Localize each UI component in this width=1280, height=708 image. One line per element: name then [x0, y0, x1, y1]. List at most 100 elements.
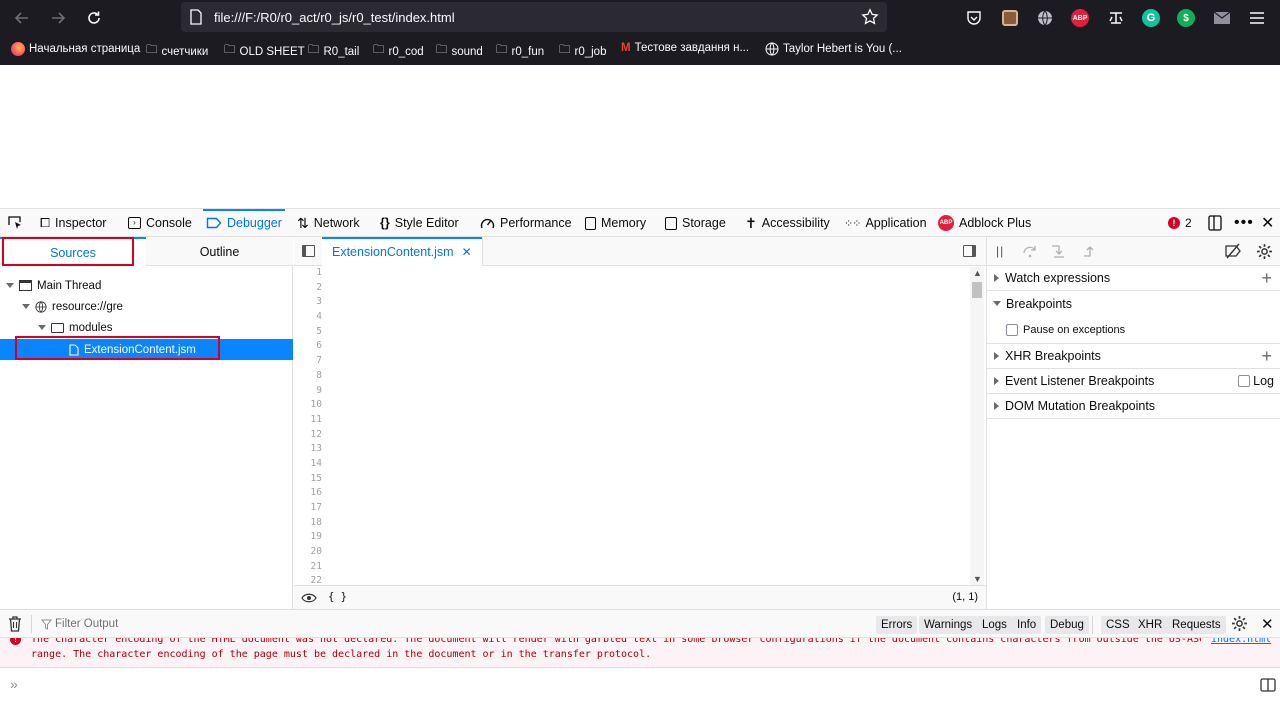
add-xhr-breakpoint-icon[interactable]: +	[1261, 346, 1272, 367]
tab-console[interactable]: › Console	[128, 209, 192, 237]
dock-options-button[interactable]	[1208, 209, 1222, 237]
editor-scrollbar[interactable]: ▲ ▼	[970, 267, 984, 585]
line-number[interactable]: 21	[294, 561, 322, 576]
line-number[interactable]: 8	[294, 370, 322, 385]
green-extension-icon[interactable]: $	[1174, 6, 1198, 30]
pause-on-exceptions-row[interactable]: Pause on exceptions	[986, 317, 1280, 344]
bookmark-taylor-hebert[interactable]: Taylor Hebert is You (...	[765, 42, 902, 56]
line-number[interactable]: 19	[294, 531, 322, 546]
tab-memory[interactable]: Memory	[585, 209, 646, 237]
error-source-link[interactable]: index.html	[1211, 638, 1271, 647]
filter-logs[interactable]: Logs	[977, 616, 1012, 634]
tab-adblock-plus[interactable]: ABP Adblock Plus	[938, 209, 1031, 237]
line-number[interactable]: 1	[294, 267, 322, 282]
line-number[interactable]: 17	[294, 502, 322, 517]
step-over-icon[interactable]	[1022, 244, 1038, 258]
back-button[interactable]	[10, 6, 34, 30]
tab-style-editor[interactable]: {} Style Editor	[380, 209, 459, 237]
editor-tab-extension-content[interactable]: ExtensionContent.jsm ✕	[322, 237, 483, 266]
tab-network[interactable]: ⇅ Network	[297, 209, 360, 237]
tab-inspector[interactable]: ⧠ Inspector	[40, 209, 106, 237]
pause-on-exceptions-checkbox[interactable]	[1006, 324, 1018, 336]
line-number[interactable]: 20	[294, 546, 322, 561]
filter-info[interactable]: Info	[1012, 616, 1042, 634]
line-number[interactable]: 5	[294, 326, 322, 341]
bookmark-r0-tail[interactable]: 🗀 R0_tail	[308, 42, 359, 61]
line-number[interactable]: 9	[294, 385, 322, 400]
xhr-breakpoints-header[interactable]: XHR Breakpoints +	[986, 344, 1280, 369]
tab-storage[interactable]: Storage	[665, 209, 726, 237]
line-number[interactable]: 12	[294, 429, 322, 444]
editor-mode-icon[interactable]	[1260, 678, 1276, 692]
scroll-thumb[interactable]	[972, 282, 982, 298]
settings-gear-icon[interactable]	[1256, 243, 1273, 260]
pause-icon[interactable]: ||	[996, 244, 1004, 258]
bookmark-test-task[interactable]: M Тестове завдання н...	[621, 42, 749, 54]
line-number[interactable]: 18	[294, 517, 322, 532]
tab-performance[interactable]: Performance	[480, 209, 572, 237]
pocket-icon[interactable]	[962, 6, 986, 30]
add-watch-icon[interactable]: +	[1261, 268, 1272, 289]
more-options-icon[interactable]: •••	[1234, 209, 1254, 237]
line-number[interactable]: 6	[294, 340, 322, 355]
element-picker-button[interactable]	[7, 209, 23, 237]
bookmark-star-icon[interactable]	[861, 8, 879, 26]
watch-expressions-header[interactable]: Watch expressions +	[986, 266, 1280, 291]
filter-errors[interactable]: Errors	[876, 616, 918, 634]
deactivate-breakpoints-icon[interactable]	[1224, 243, 1242, 259]
trash-icon[interactable]	[8, 616, 22, 632]
url-text[interactable]: file:///F:/R0/r0_act/r0_js/r0_test/index…	[214, 10, 455, 25]
tab-application[interactable]: ⁘⁘ Application	[844, 209, 927, 237]
tab-debugger[interactable]: Debugger	[203, 209, 285, 237]
url-bar[interactable]: file:///F:/R0/r0_act/r0_js/r0_test/index…	[181, 2, 887, 32]
tree-item-modules[interactable]: modules	[0, 317, 293, 338]
reload-button[interactable]	[82, 6, 106, 30]
line-number[interactable]: 11	[294, 414, 322, 429]
toggle-sources-icon[interactable]	[302, 245, 315, 257]
log-checkbox-row[interactable]: Log	[1238, 374, 1274, 388]
line-number[interactable]: 4	[294, 311, 322, 326]
breakpoints-header[interactable]: Breakpoints	[986, 291, 1280, 316]
pretty-print-button[interactable]: { }	[328, 591, 347, 603]
bookmark-sound[interactable]: 🗀 sound	[436, 42, 483, 61]
adblock-extension-icon[interactable]: ABP	[1068, 6, 1092, 30]
console-input[interactable]: »	[0, 668, 1280, 708]
filter-requests[interactable]: Requests	[1167, 616, 1226, 634]
line-number[interactable]: 13	[294, 443, 322, 458]
line-number[interactable]: 3	[294, 296, 322, 311]
forward-button[interactable]	[46, 6, 70, 30]
tree-item-main-thread[interactable]: Main Thread	[0, 275, 293, 296]
line-number[interactable]: 7	[294, 355, 322, 370]
scroll-down-icon[interactable]: ▼	[973, 574, 982, 584]
filter-warnings[interactable]: Warnings	[919, 616, 978, 634]
bookmark-r0-cod[interactable]: 🗀 r0_cod	[373, 42, 424, 61]
step-out-icon[interactable]	[1081, 244, 1097, 258]
mail-icon[interactable]	[1210, 6, 1234, 30]
bookmark-start-page[interactable]: Начальная страница	[11, 42, 140, 56]
error-count-badge[interactable]: ! 2	[1168, 209, 1192, 237]
tab-accessibility[interactable]: ✝ Accessibility	[745, 209, 830, 237]
grammarly-extension-icon[interactable]: G	[1139, 6, 1163, 30]
eye-icon[interactable]	[301, 592, 317, 604]
menu-hamburger-icon[interactable]	[1245, 6, 1269, 30]
line-number[interactable]: 22	[294, 575, 322, 585]
filter-xhr[interactable]: XHR	[1133, 616, 1168, 634]
translate-extension-icon[interactable]	[1104, 6, 1128, 30]
event-listener-breakpoints-header[interactable]: Event Listener Breakpoints Log	[986, 369, 1280, 394]
line-number[interactable]: 2	[294, 282, 322, 297]
close-tab-icon[interactable]: ✕	[462, 245, 472, 259]
tab-outline[interactable]: Outline	[146, 237, 293, 266]
globe-extension-icon[interactable]	[1033, 6, 1057, 30]
close-console-icon[interactable]: ✕	[1261, 615, 1274, 633]
line-number[interactable]: 10	[294, 399, 322, 414]
tree-item-resource-gre[interactable]: resource://gre	[0, 296, 293, 317]
line-number[interactable]: 16	[294, 487, 322, 502]
toggle-right-pane-icon[interactable]	[963, 245, 976, 257]
bookmark-old-sheet[interactable]: 🗀 OLD SHEET	[224, 42, 305, 61]
filter-output-input[interactable]: Filter Output	[55, 618, 118, 630]
bookmark-r0-job[interactable]: 🗀 r0_job	[559, 42, 606, 61]
log-checkbox[interactable]	[1238, 375, 1251, 387]
line-number[interactable]: 15	[294, 473, 322, 488]
step-in-icon[interactable]	[1050, 244, 1066, 258]
close-devtools-icon[interactable]: ✕	[1261, 209, 1274, 237]
